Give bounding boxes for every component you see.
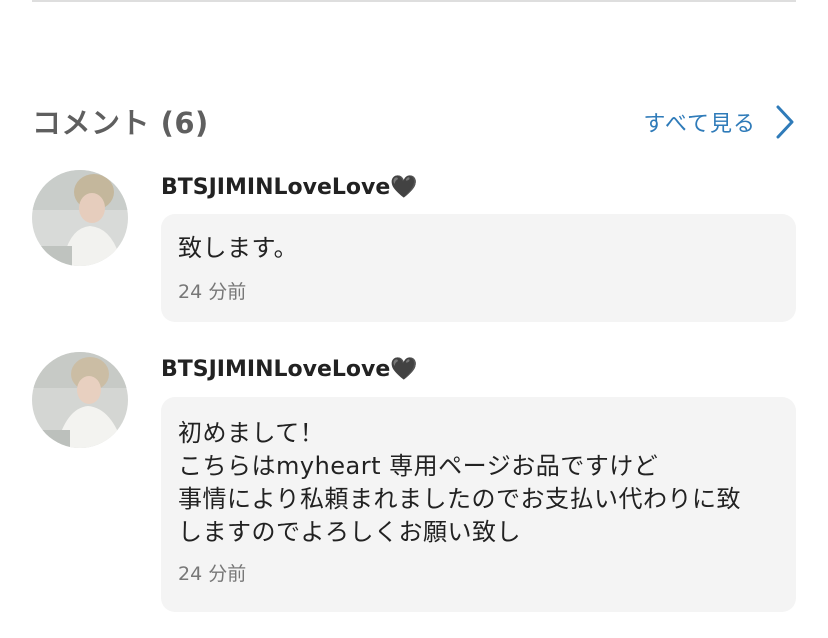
comment-bubble: 初めまして！ こちらはmyheart 専用ページお品ですけど 事情により私頼まれ… bbox=[161, 397, 796, 612]
comment-username: BTSJIMINLoveLove🖤 bbox=[161, 357, 418, 382]
chevron-right-icon bbox=[774, 104, 796, 140]
comment-timestamp: 24 分前 bbox=[178, 281, 247, 303]
comments-title: コメント (6) bbox=[32, 106, 209, 140]
see-all-label: すべて見る bbox=[643, 112, 756, 137]
comment-timestamp: 24 分前 bbox=[178, 563, 247, 585]
see-all-button[interactable]: すべて見る bbox=[643, 102, 796, 142]
avatar[interactable] bbox=[32, 170, 128, 266]
comment-bubble: 致します。 24 分前 bbox=[161, 214, 796, 322]
comment-username: BTSJIMINLoveLove🖤 bbox=[161, 175, 418, 200]
comment-text: 致します。 bbox=[178, 234, 299, 262]
avatar[interactable] bbox=[32, 352, 128, 448]
top-divider bbox=[32, 0, 796, 2]
comments-header: コメント (6) すべて見る bbox=[32, 98, 796, 144]
comment-text: 初めまして！ こちらはmyheart 専用ページお品ですけど 事情により私頼まれ… bbox=[178, 419, 742, 546]
